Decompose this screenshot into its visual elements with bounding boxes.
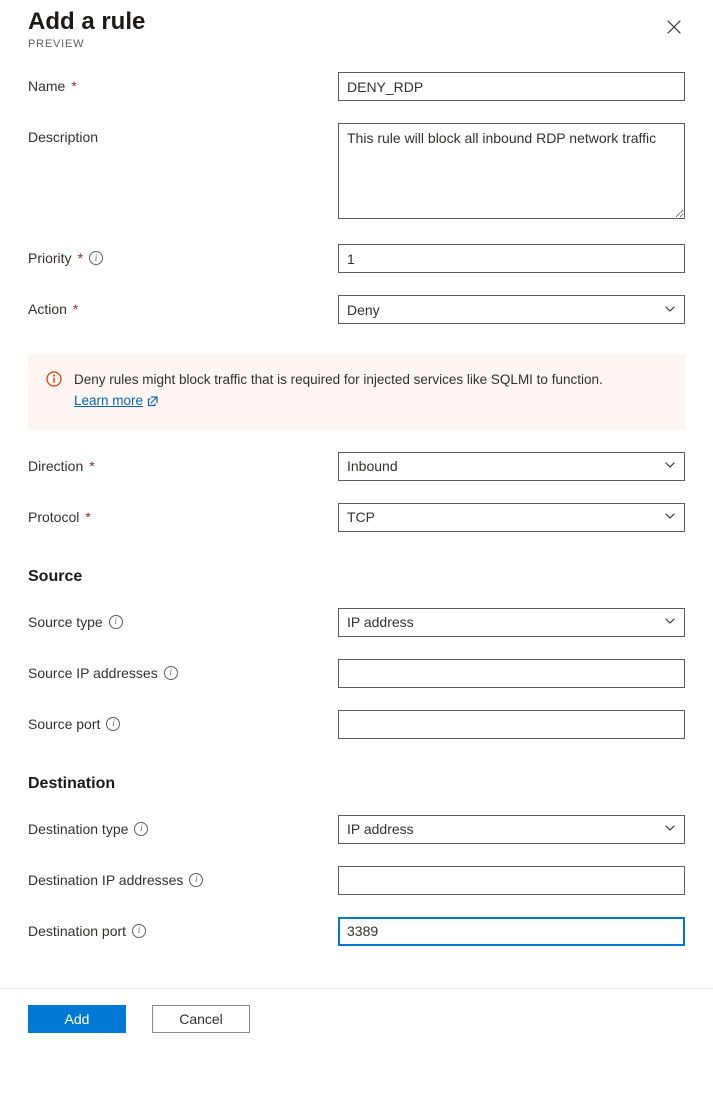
add-button[interactable]: Add — [28, 1005, 126, 1033]
description-label: Description — [28, 123, 338, 145]
source-ips-label: Source IP addresses i — [28, 659, 338, 681]
destination-port-label: Destination port i — [28, 917, 338, 939]
row-destination-ips: Destination IP addresses i — [28, 866, 685, 895]
required-marker: * — [85, 509, 90, 525]
source-ips-label-text: Source IP addresses — [28, 665, 158, 681]
protocol-label: Protocol * — [28, 503, 338, 525]
action-label: Action * — [28, 295, 338, 317]
name-input[interactable] — [338, 72, 685, 101]
source-ips-input[interactable] — [338, 659, 685, 688]
required-marker: * — [89, 458, 94, 474]
row-direction: Direction * Inbound — [28, 452, 685, 481]
name-label: Name * — [28, 72, 338, 94]
action-value: Deny — [347, 302, 380, 318]
source-type-label-text: Source type — [28, 614, 103, 630]
panel-title: Add a rule — [28, 8, 145, 36]
priority-input[interactable] — [338, 244, 685, 273]
source-port-label: Source port i — [28, 710, 338, 732]
footer: Add Cancel — [0, 988, 713, 1057]
info-icon[interactable]: i — [109, 615, 123, 629]
row-description: Description This rule will block all inb… — [28, 123, 685, 222]
deny-warning-bar: Deny rules might block traffic that is r… — [28, 354, 685, 430]
chevron-down-icon — [664, 509, 676, 525]
cancel-button[interactable]: Cancel — [152, 1005, 250, 1033]
warning-text: Deny rules might block traffic that is r… — [74, 370, 667, 412]
source-type-label: Source type i — [28, 608, 338, 630]
source-section-heading: Source — [28, 568, 685, 586]
source-type-select[interactable]: IP address — [338, 608, 685, 637]
direction-label-text: Direction — [28, 458, 83, 474]
chevron-down-icon — [664, 302, 676, 318]
source-port-label-text: Source port — [28, 716, 100, 732]
info-icon[interactable]: i — [164, 666, 178, 680]
row-destination-port: Destination port i — [28, 917, 685, 946]
row-name: Name * — [28, 72, 685, 101]
learn-more-text: Learn more — [74, 391, 143, 412]
priority-label-text: Priority — [28, 250, 72, 266]
destination-port-label-text: Destination port — [28, 923, 126, 939]
row-protocol: Protocol * TCP — [28, 503, 685, 532]
destination-type-value: IP address — [347, 821, 414, 837]
panel-header: Add a rule PREVIEW — [28, 8, 685, 50]
direction-select[interactable]: Inbound — [338, 452, 685, 481]
chevron-down-icon — [664, 458, 676, 474]
name-label-text: Name — [28, 78, 65, 94]
action-select[interactable]: Deny — [338, 295, 685, 324]
source-type-value: IP address — [347, 614, 414, 630]
info-warning-icon — [46, 371, 62, 387]
required-marker: * — [71, 78, 76, 94]
protocol-label-text: Protocol — [28, 509, 79, 525]
destination-ips-label: Destination IP addresses i — [28, 866, 338, 888]
row-source-port: Source port i — [28, 710, 685, 739]
source-port-input[interactable] — [338, 710, 685, 739]
chevron-down-icon — [664, 821, 676, 837]
row-destination-type: Destination type i IP address — [28, 815, 685, 844]
row-source-type: Source type i IP address — [28, 608, 685, 637]
destination-ips-input[interactable] — [338, 866, 685, 895]
destination-section-heading: Destination — [28, 775, 685, 793]
protocol-select[interactable]: TCP — [338, 503, 685, 532]
external-link-icon — [147, 391, 159, 412]
action-label-text: Action — [28, 301, 67, 317]
destination-type-label: Destination type i — [28, 815, 338, 837]
destination-ips-label-text: Destination IP addresses — [28, 872, 183, 888]
destination-type-select[interactable]: IP address — [338, 815, 685, 844]
row-source-ips: Source IP addresses i — [28, 659, 685, 688]
required-marker: * — [73, 301, 78, 317]
panel-subtitle: PREVIEW — [28, 38, 145, 50]
info-icon[interactable]: i — [132, 924, 146, 938]
direction-value: Inbound — [347, 458, 398, 474]
required-marker: * — [78, 250, 83, 266]
warning-text-prefix: Deny rules might block traffic that is r… — [74, 372, 603, 387]
row-priority: Priority * i — [28, 244, 685, 273]
destination-type-label-text: Destination type — [28, 821, 128, 837]
description-label-text: Description — [28, 129, 98, 145]
title-block: Add a rule PREVIEW — [28, 8, 145, 50]
info-icon[interactable]: i — [189, 873, 203, 887]
row-action: Action * Deny — [28, 295, 685, 324]
description-input[interactable]: This rule will block all inbound RDP net… — [338, 123, 685, 219]
info-icon[interactable]: i — [134, 822, 148, 836]
close-icon — [667, 18, 681, 38]
chevron-down-icon — [664, 614, 676, 630]
protocol-value: TCP — [347, 509, 375, 525]
learn-more-link[interactable]: Learn more — [74, 391, 159, 412]
info-icon[interactable]: i — [106, 717, 120, 731]
priority-label: Priority * i — [28, 244, 338, 266]
close-button[interactable] — [663, 14, 685, 42]
direction-label: Direction * — [28, 452, 338, 474]
destination-port-input[interactable] — [338, 917, 685, 946]
info-icon[interactable]: i — [89, 251, 103, 265]
